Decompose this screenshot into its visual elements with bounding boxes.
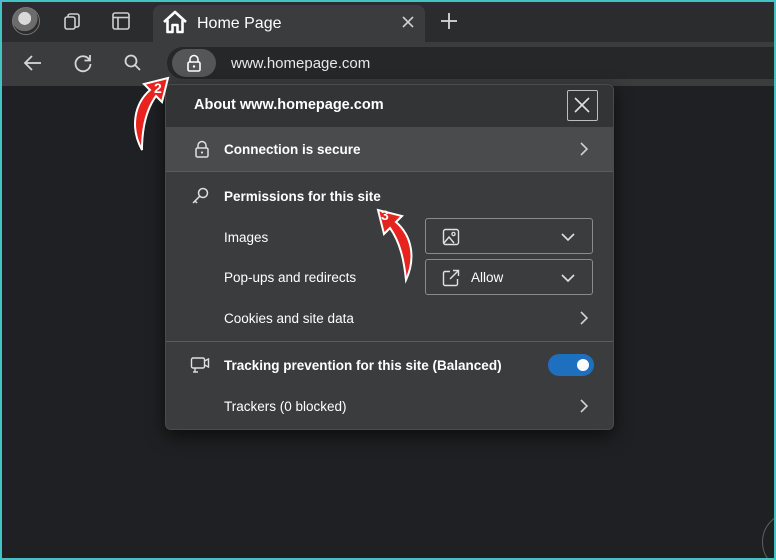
popups-permission-dropdown[interactable]: Allow — [425, 259, 593, 295]
lock-icon — [195, 140, 209, 158]
tab-home-page[interactable]: Home Page — [153, 5, 425, 42]
tab-title: Home Page — [197, 15, 282, 32]
tab-actions-icon[interactable] — [110, 10, 132, 32]
cookies-row[interactable]: Cookies and site data — [166, 299, 613, 339]
trackers-row[interactable]: Trackers (0 blocked) — [166, 387, 613, 427]
key-icon — [192, 187, 209, 204]
new-tab-icon[interactable] — [439, 11, 459, 31]
permissions-heading: Permissions for this site — [224, 189, 381, 204]
toggle-knob — [577, 359, 589, 371]
popups-label: Pop-ups and redirects — [224, 270, 357, 285]
chevron-right-icon — [580, 311, 589, 325]
address-bar[interactable]: www.homepage.com — [167, 47, 774, 79]
popups-value: Allow — [471, 270, 504, 285]
external-link-icon — [442, 269, 460, 287]
popup-header: About www.homepage.com — [166, 85, 613, 127]
workspaces-icon[interactable] — [61, 10, 83, 32]
home-icon — [163, 10, 187, 34]
divider — [166, 341, 613, 342]
lock-icon — [187, 54, 201, 72]
close-icon — [574, 97, 590, 113]
chevron-right-icon — [580, 142, 589, 156]
tracking-icon — [190, 357, 210, 373]
divider — [166, 171, 613, 172]
tracking-toggle[interactable] — [548, 354, 594, 376]
annotation-label-2: 2 — [154, 80, 162, 96]
popup-title: About www.homepage.com — [194, 97, 384, 113]
navigation-toolbar: www.homepage.com — [2, 42, 774, 86]
back-icon[interactable] — [22, 52, 44, 74]
profile-avatar[interactable] — [12, 7, 40, 35]
tracking-label: Tracking prevention for this site (Balan… — [224, 358, 502, 373]
chevron-right-icon — [580, 399, 589, 413]
images-label: Images — [224, 230, 269, 245]
cookies-label: Cookies and site data — [224, 311, 354, 326]
popup-close-button[interactable] — [567, 90, 598, 121]
url-text[interactable]: www.homepage.com — [231, 55, 370, 72]
image-icon — [442, 228, 460, 246]
tab-strip: Home Page — [2, 2, 774, 42]
refresh-icon[interactable] — [72, 52, 94, 74]
search-icon[interactable] — [122, 52, 144, 74]
annotation-label-3: 3 — [381, 207, 389, 223]
annotation-arrow-3 — [376, 208, 413, 284]
chevron-down-icon — [561, 233, 575, 242]
trackers-label: Trackers (0 blocked) — [224, 399, 347, 414]
connection-secure-row[interactable]: Connection is secure — [166, 127, 613, 171]
images-permission-dropdown[interactable] — [425, 218, 593, 254]
chevron-down-icon — [561, 274, 575, 283]
connection-label: Connection is secure — [224, 142, 361, 157]
close-icon[interactable] — [401, 15, 415, 29]
corner-button[interactable] — [762, 512, 774, 558]
